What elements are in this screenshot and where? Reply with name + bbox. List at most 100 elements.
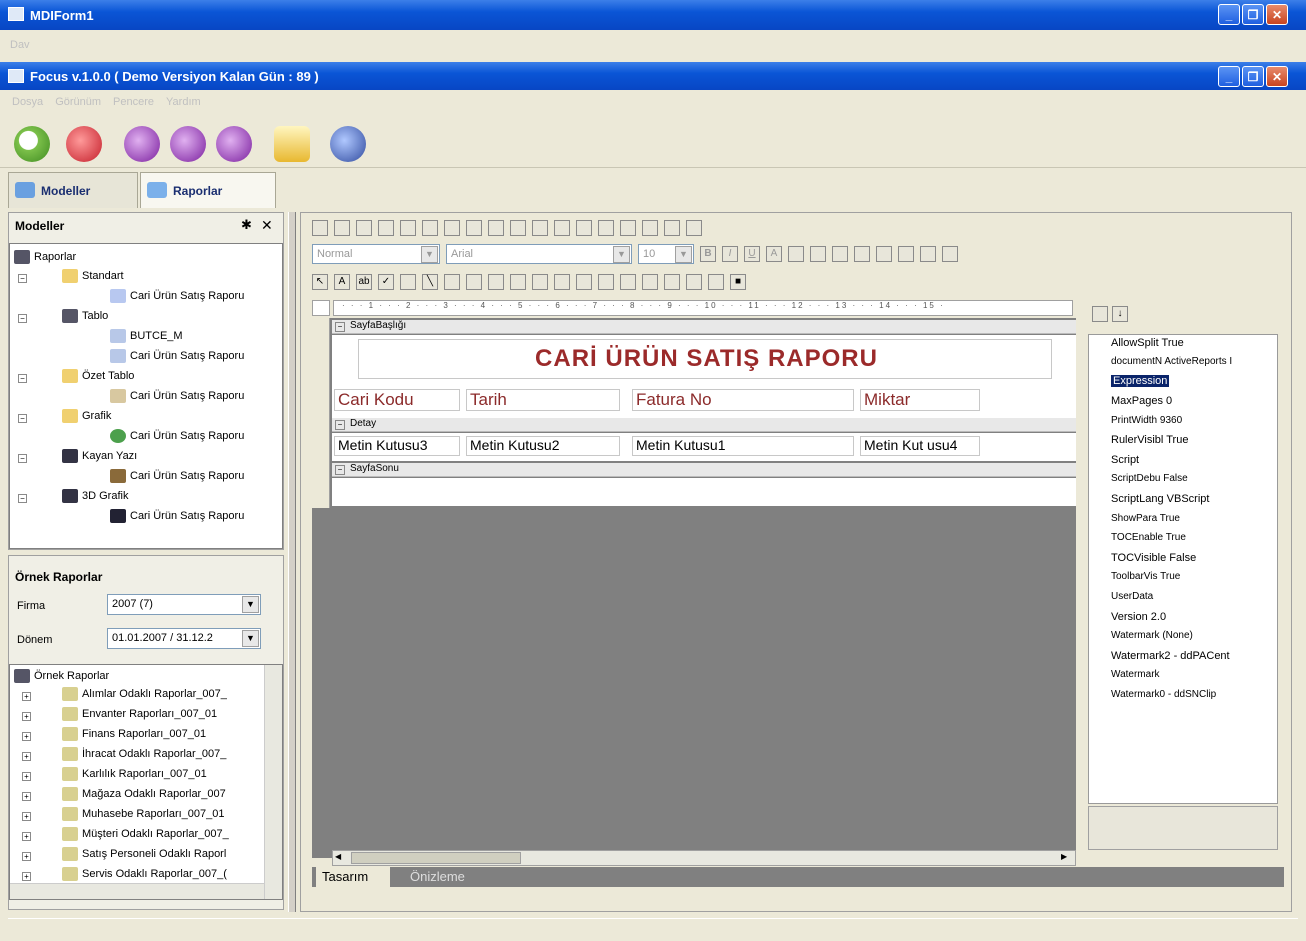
outer-menu-item[interactable]: Dav: [10, 37, 30, 51]
tree-item[interactable]: Mağaza Odaklı Raporlar_007: [62, 787, 226, 801]
line-tool-icon[interactable]: ╲: [422, 274, 438, 290]
ole-tool-icon[interactable]: [466, 274, 482, 290]
style-combo[interactable]: Normal ▼: [312, 244, 440, 264]
prop-row[interactable]: documentN ActiveReports I: [1111, 356, 1232, 367]
layout-tool-icon[interactable]: [620, 274, 636, 290]
richtext-tool-icon[interactable]: [554, 274, 570, 290]
report-title[interactable]: CARİ ÜRÜN SATIŞ RAPORU: [358, 339, 1052, 379]
highlight-icon[interactable]: [920, 246, 936, 262]
tree-item[interactable]: Muhasebe Raporları_007_01: [62, 807, 225, 821]
designer-horizontal-scrollbar[interactable]: ◀ ▶: [332, 850, 1076, 866]
page-footer-band[interactable]: [332, 478, 1076, 506]
label-tool-icon[interactable]: A: [334, 274, 350, 290]
tree-item[interactable]: Cari Ürün Satış Raporu: [110, 389, 244, 403]
align-icon[interactable]: [532, 220, 548, 236]
tree-item[interactable]: Cari Ürün Satış Raporu: [110, 429, 244, 443]
chevron-down-icon[interactable]: ▼: [242, 630, 259, 647]
header-fatura-no[interactable]: Fatura No: [632, 389, 854, 411]
menu-pencere[interactable]: Pencere: [113, 96, 154, 108]
toolbox-icon[interactable]: [642, 220, 658, 236]
snap-icon[interactable]: [664, 220, 680, 236]
font-color-icon[interactable]: A: [766, 246, 782, 262]
layout-icon[interactable]: [686, 220, 702, 236]
report-icon-2[interactable]: [170, 126, 206, 162]
tab-onizleme[interactable]: Önizleme: [404, 867, 494, 887]
prop-row-selected[interactable]: Expression: [1111, 375, 1170, 387]
prop-row[interactable]: Watermark0 - ddSNClip: [1111, 689, 1216, 700]
pin-icon[interactable]: ✱: [241, 217, 252, 233]
prop-row[interactable]: Watermark: [1111, 669, 1160, 680]
print-icon[interactable]: [378, 220, 394, 236]
tree-item[interactable]: Tablo: [62, 309, 108, 323]
delete-icon[interactable]: [488, 220, 504, 236]
chevron-down-icon[interactable]: ▼: [421, 246, 438, 263]
maximize-button[interactable]: ❐: [1242, 4, 1264, 25]
prop-row[interactable]: PrintWidth 9360: [1111, 415, 1182, 426]
subreport-tool-icon[interactable]: [488, 274, 504, 290]
inner-minimize-button[interactable]: _: [1218, 66, 1240, 87]
report-icon-3[interactable]: [216, 126, 252, 162]
prop-row[interactable]: RulerVisibl True: [1111, 434, 1188, 446]
align-center-icon[interactable]: [810, 246, 826, 262]
tree-item[interactable]: Özet Tablo: [62, 369, 134, 383]
find-icon[interactable]: [510, 220, 526, 236]
collapse-icon[interactable]: −: [335, 465, 345, 475]
properties-icon[interactable]: [576, 220, 592, 236]
header-miktar[interactable]: Miktar: [860, 389, 980, 411]
minimize-button[interactable]: _: [1218, 4, 1240, 25]
tree-item[interactable]: Grafik: [62, 409, 111, 423]
order-tool-icon[interactable]: [708, 274, 724, 290]
tree-item[interactable]: Finans Raporları_007_01: [62, 727, 206, 741]
prop-row[interactable]: MaxPages 0: [1111, 395, 1172, 407]
band-page-header[interactable]: − SayfaBaşlığı: [332, 320, 1076, 334]
sort-az-icon[interactable]: ↓: [1112, 306, 1128, 322]
align-tool-icon[interactable]: [664, 274, 680, 290]
lock-icon[interactable]: ■: [730, 274, 746, 290]
prop-row[interactable]: Script: [1111, 454, 1139, 466]
tab-raporlar[interactable]: Raporlar: [140, 172, 276, 208]
shape-tool-icon[interactable]: [444, 274, 460, 290]
tree-item[interactable]: Envanter Raporları_007_01: [62, 707, 217, 721]
tree-item[interactable]: Cari Ürün Satış Raporu: [110, 349, 244, 363]
size-tool-icon[interactable]: [642, 274, 658, 290]
tree-item[interactable]: Cari Ürün Satış Raporu: [110, 469, 244, 483]
window-icon[interactable]: [274, 126, 310, 162]
tree-item[interactable]: Satış Personeli Odaklı Raporl: [62, 847, 226, 861]
tree-item[interactable]: Raporlar: [14, 250, 76, 264]
detail-field-2[interactable]: Metin Kutusu2: [466, 436, 620, 456]
grid-icon[interactable]: [554, 220, 570, 236]
detail-field-1[interactable]: Metin Kutusu3: [334, 436, 460, 456]
indent-icon[interactable]: [876, 246, 892, 262]
prop-row[interactable]: Version 2.0: [1111, 611, 1166, 623]
tree-item[interactable]: 3D Grafik: [62, 489, 128, 503]
font-combo[interactable]: Arial ▼: [446, 244, 632, 264]
underline-icon[interactable]: U: [744, 246, 760, 262]
copy-icon[interactable]: [444, 220, 460, 236]
paste-icon[interactable]: [466, 220, 482, 236]
inner-close-button[interactable]: ✕: [1266, 66, 1288, 87]
prop-row[interactable]: Watermark (None): [1111, 630, 1193, 641]
header-cari-kodu[interactable]: Cari Kodu: [334, 389, 460, 411]
detail-field-3[interactable]: Metin Kutusu1: [632, 436, 854, 456]
prop-row[interactable]: ShowPara True: [1111, 513, 1180, 524]
detail-band[interactable]: Metin Kutusu3 Metin Kutusu2 Metin Kutusu…: [332, 433, 1076, 461]
tree-item[interactable]: BUTCE_M: [110, 329, 183, 343]
save-icon[interactable]: [312, 220, 328, 236]
scroll-left-icon[interactable]: ◀: [335, 852, 347, 864]
prop-row[interactable]: ScriptLang VBScript: [1111, 493, 1209, 505]
chevron-down-icon[interactable]: ▼: [675, 246, 692, 263]
checkbox-tool-icon[interactable]: ✓: [378, 274, 394, 290]
textbox-tool-icon[interactable]: ab: [356, 274, 372, 290]
categorized-icon[interactable]: [1092, 306, 1108, 322]
menu-yardim[interactable]: Yardım: [166, 96, 201, 108]
tree-item[interactable]: Alımlar Odaklı Raporlar_007_: [62, 687, 227, 701]
undo-icon[interactable]: [400, 220, 416, 236]
prop-row[interactable]: ToolbarVis True: [1111, 571, 1180, 582]
bullets-icon[interactable]: [854, 246, 870, 262]
scroll-right-icon[interactable]: ▶: [1061, 852, 1073, 864]
scroll-thumb[interactable]: [351, 852, 521, 864]
pointer-icon[interactable]: ↖: [312, 274, 328, 290]
inner-maximize-button[interactable]: ❐: [1242, 66, 1264, 87]
tree-item[interactable]: Standart: [62, 269, 124, 283]
barcode-tool-icon[interactable]: [532, 274, 548, 290]
